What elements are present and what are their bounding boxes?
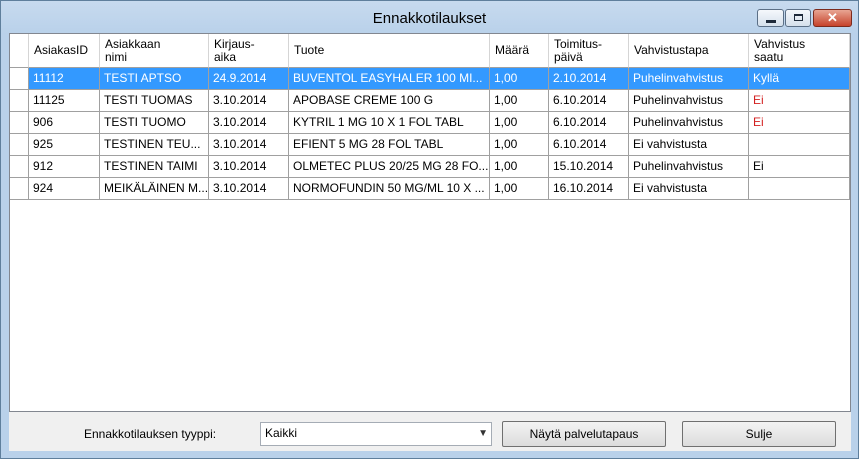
cell-vahvistustapa[interactable]: Puhelinvahvistus — [629, 112, 749, 134]
show-service-event-button[interactable]: Näytä palvelutapaus — [502, 421, 666, 447]
column-header-asiakasid[interactable]: AsiakasID — [29, 34, 100, 68]
column-header-label: AsiakasID — [34, 43, 89, 57]
cell-asiakkaan-nimi[interactable]: TESTI APTSO — [100, 68, 209, 90]
window-title: Ennakkotilaukset — [372, 10, 487, 27]
column-header-label: Toimitus- päivä — [554, 36, 603, 64]
column-header-label: Tuote — [294, 43, 325, 57]
cell-asiakasid[interactable]: 11125 — [29, 90, 100, 112]
dropdown-arrow-icon[interactable]: ▼ — [478, 423, 488, 444]
cell-vahvistus-saatu[interactable]: Kyllä — [749, 68, 850, 90]
cell-vahvistustapa[interactable]: Puhelinvahvistus — [629, 68, 749, 90]
cell-toimituspaiva[interactable]: 6.10.2014 — [549, 90, 629, 112]
title-bar[interactable]: Ennakkotilaukset ✕ — [1, 1, 858, 34]
cell-tuote[interactable]: BUVENTOL EASYHALER 100 MI... — [289, 68, 490, 90]
cell-vahvistustapa[interactable]: Puhelinvahvistus — [629, 156, 749, 178]
cell-tuote[interactable]: NORMOFUNDIN 50 MG/ML 10 X ... — [289, 178, 490, 200]
cell-kirjausaika[interactable]: 3.10.2014 — [209, 90, 289, 112]
minimize-icon — [766, 20, 776, 23]
header-corner — [10, 34, 29, 68]
cell-asiakasid[interactable]: 912 — [29, 156, 100, 178]
column-header-kirjausaika[interactable]: Kirjaus- aika — [209, 34, 289, 68]
cell-asiakasid[interactable]: 924 — [29, 178, 100, 200]
row-header[interactable] — [10, 68, 29, 90]
cell-toimituspaiva[interactable]: 16.10.2014 — [549, 178, 629, 200]
cell-tuote[interactable]: OLMETEC PLUS 20/25 MG 28 FO... — [289, 156, 490, 178]
cell-vahvistus-saatu[interactable] — [749, 134, 850, 156]
close-button[interactable]: Sulje — [682, 421, 836, 447]
cell-kirjausaika[interactable]: 3.10.2014 — [209, 156, 289, 178]
column-header-label: Kirjaus- aika — [214, 36, 255, 64]
cell-asiakasid[interactable]: 906 — [29, 112, 100, 134]
cell-maara[interactable]: 1,00 — [490, 156, 549, 178]
cell-maara[interactable]: 1,00 — [490, 134, 549, 156]
row-header[interactable] — [10, 178, 29, 200]
cell-vahvistus-saatu[interactable]: Ei — [749, 156, 850, 178]
main-window: Ennakkotilaukset ✕ AsiakasID Asiakkaan ni… — [0, 0, 859, 459]
cell-asiakkaan-nimi[interactable]: MEIKÄLÄINEN M... — [100, 178, 209, 200]
column-header-tuote[interactable]: Tuote — [289, 34, 490, 68]
cell-vahvistustapa[interactable]: Ei vahvistusta — [629, 134, 749, 156]
cell-toimituspaiva[interactable]: 6.10.2014 — [549, 134, 629, 156]
cell-asiakkaan-nimi[interactable]: TESTINEN TAIMI — [100, 156, 209, 178]
column-header-label: Vahvistus saatu — [754, 36, 806, 64]
cell-vahvistus-saatu[interactable] — [749, 178, 850, 200]
cell-vahvistustapa[interactable]: Ei vahvistusta — [629, 178, 749, 200]
cell-kirjausaika[interactable]: 3.10.2014 — [209, 178, 289, 200]
maximize-icon — [794, 14, 803, 21]
orders-grid[interactable]: AsiakasID Asiakkaan nimi Kirjaus- aika Tuot… — [9, 33, 851, 412]
cell-toimituspaiva[interactable]: 2.10.2014 — [549, 68, 629, 90]
order-type-select[interactable]: Kaikki ▼ — [260, 422, 492, 446]
column-header-maara[interactable]: Määrä — [490, 34, 549, 68]
column-header-label: Asiakkaan nimi — [105, 36, 161, 64]
cell-asiakkaan-nimi[interactable]: TESTI TUOMAS — [100, 90, 209, 112]
cell-tuote[interactable]: APOBASE CREME 100 G — [289, 90, 490, 112]
order-type-value: Kaikki — [265, 426, 298, 440]
row-header[interactable] — [10, 156, 29, 178]
minimize-button[interactable] — [757, 9, 784, 27]
cell-kirjausaika[interactable]: 3.10.2014 — [209, 112, 289, 134]
cell-maara[interactable]: 1,00 — [490, 178, 549, 200]
cell-toimituspaiva[interactable]: 15.10.2014 — [549, 156, 629, 178]
cell-asiakkaan-nimi[interactable]: TESTI TUOMO — [100, 112, 209, 134]
column-header-vahvistus-saatu[interactable]: Vahvistus saatu — [749, 34, 850, 68]
cell-vahvistustapa[interactable]: Puhelinvahvistus — [629, 90, 749, 112]
close-window-button[interactable]: ✕ — [813, 9, 852, 27]
cell-asiakasid[interactable]: 925 — [29, 134, 100, 156]
column-header-label: Vahvistustapa — [634, 43, 709, 57]
row-header[interactable] — [10, 90, 29, 112]
cell-kirjausaika[interactable]: 24.9.2014 — [209, 68, 289, 90]
cell-toimituspaiva[interactable]: 6.10.2014 — [549, 112, 629, 134]
row-header[interactable] — [10, 134, 29, 156]
maximize-button[interactable] — [785, 9, 811, 27]
cell-maara[interactable]: 1,00 — [490, 90, 549, 112]
cell-vahvistus-saatu[interactable]: Ei — [749, 112, 850, 134]
cell-vahvistus-saatu[interactable]: Ei — [749, 90, 850, 112]
client-area: AsiakasID Asiakkaan nimi Kirjaus- aika Tuot… — [9, 33, 851, 451]
row-header[interactable] — [10, 112, 29, 134]
column-header-asiakkaan-nimi[interactable]: Asiakkaan nimi — [100, 34, 209, 68]
column-header-toimituspaiva[interactable]: Toimitus- päivä — [549, 34, 629, 68]
cell-asiakasid[interactable]: 11112 — [29, 68, 100, 90]
close-icon: ✕ — [827, 10, 838, 25]
cell-kirjausaika[interactable]: 3.10.2014 — [209, 134, 289, 156]
order-type-label: Ennakkotilauksen tyyppi: — [84, 427, 217, 441]
column-header-label: Määrä — [495, 43, 530, 57]
cell-maara[interactable]: 1,00 — [490, 68, 549, 90]
column-header-vahvistustapa[interactable]: Vahvistustapa — [629, 34, 749, 68]
cell-maara[interactable]: 1,00 — [490, 112, 549, 134]
cell-asiakkaan-nimi[interactable]: TESTINEN TEU... — [100, 134, 209, 156]
cell-tuote[interactable]: KYTRIL 1 MG 10 X 1 FOL TABL — [289, 112, 490, 134]
cell-tuote[interactable]: EFIENT 5 MG 28 FOL TABL — [289, 134, 490, 156]
